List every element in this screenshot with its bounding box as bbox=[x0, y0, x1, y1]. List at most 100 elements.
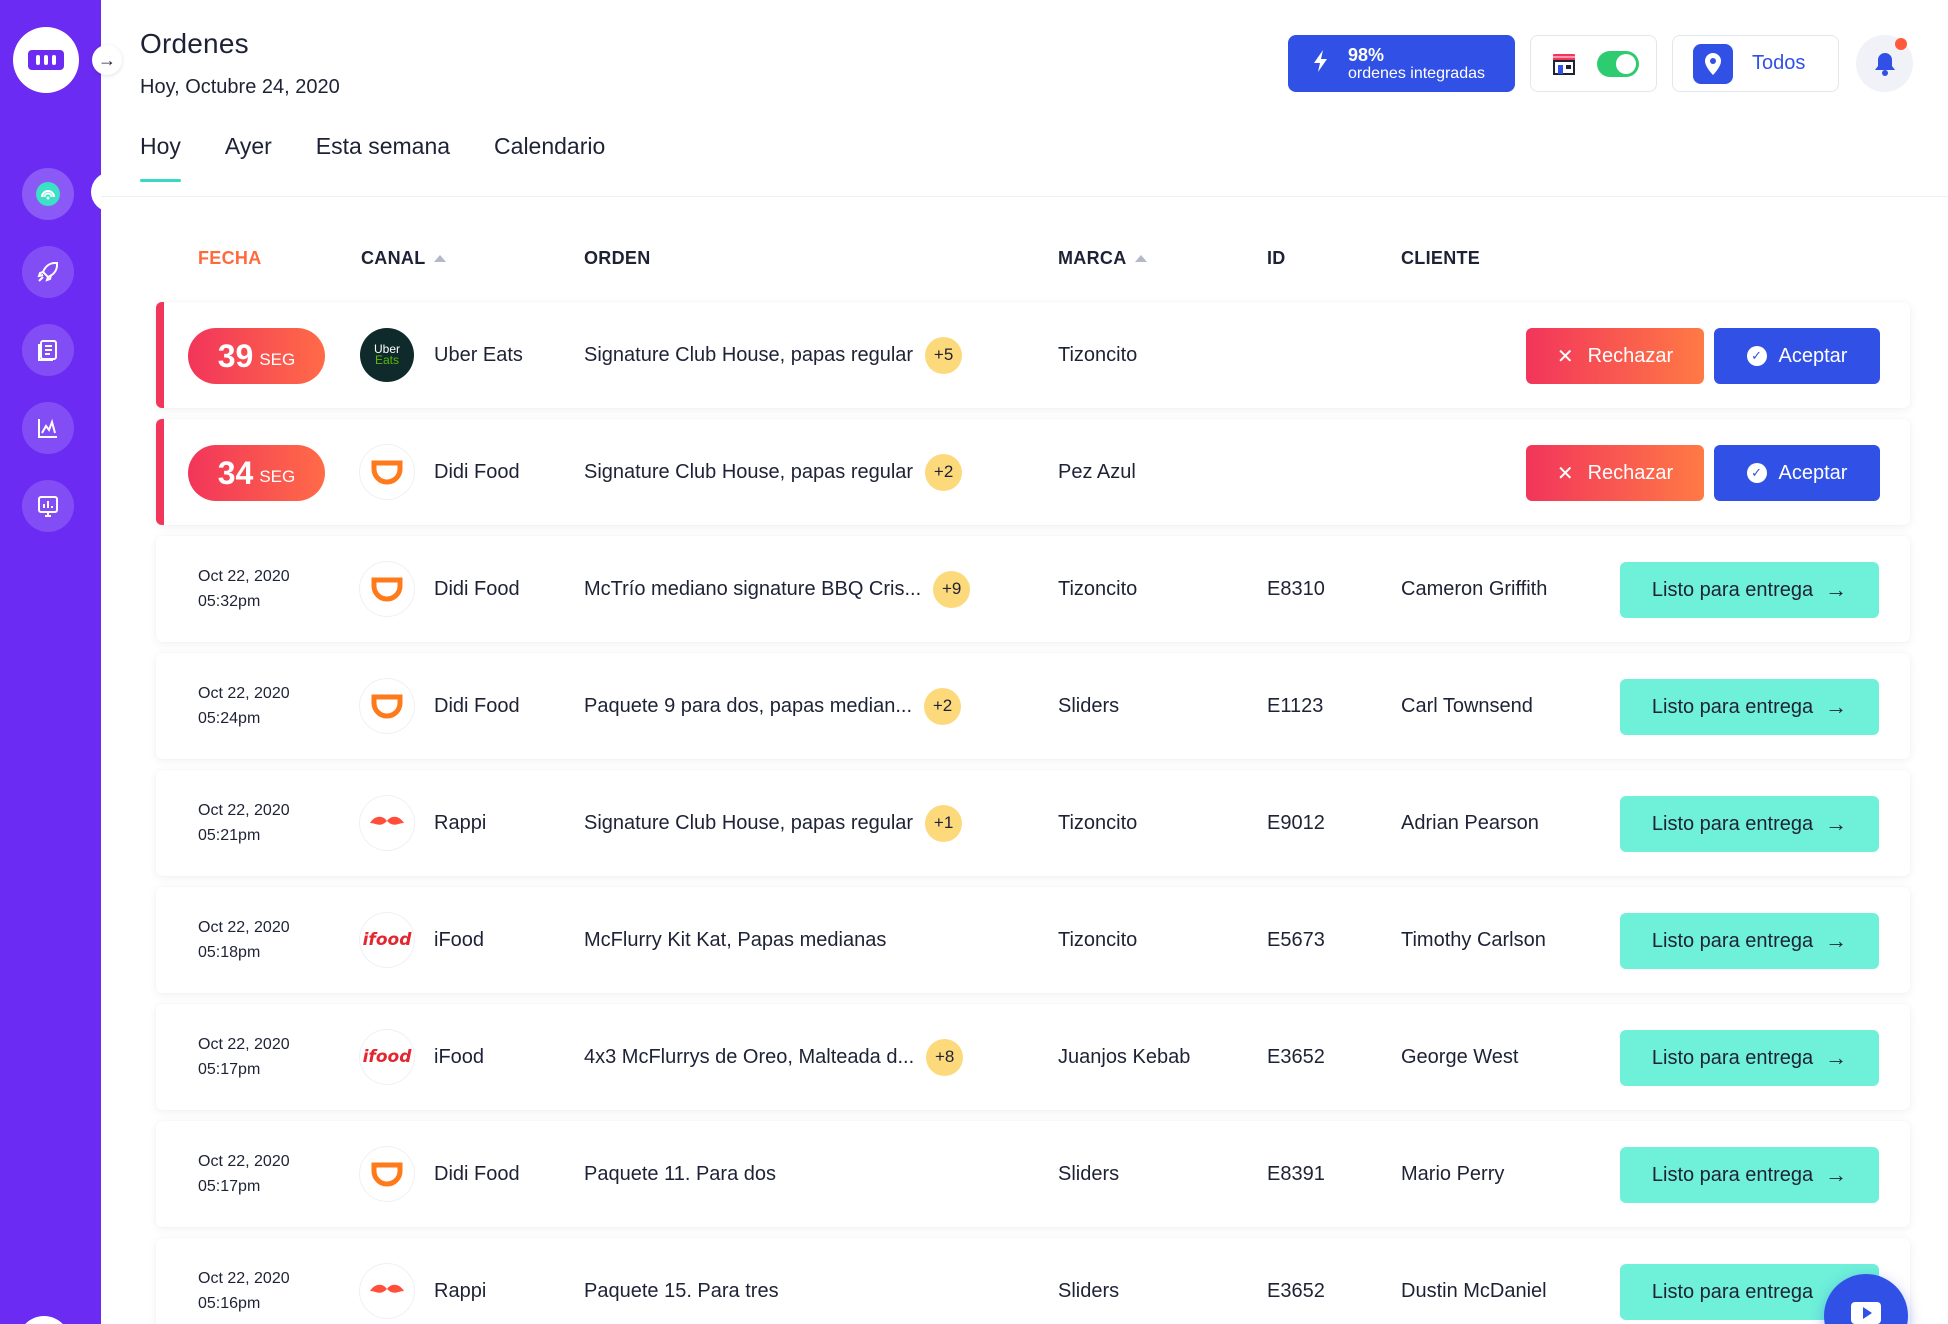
ifood-logo-icon: ifood bbox=[360, 913, 414, 967]
channel-name: iFood bbox=[434, 1045, 485, 1068]
check-circle-icon: ✓ bbox=[1746, 346, 1767, 366]
accept-button[interactable]: ✓ Aceptar bbox=[1714, 328, 1880, 384]
user-avatar[interactable] bbox=[18, 1316, 70, 1324]
ready-for-delivery-button[interactable]: Listo para entrega→ bbox=[1620, 1147, 1879, 1203]
column-header-fecha[interactable]: FECHA bbox=[198, 248, 262, 269]
nav-launch[interactable] bbox=[22, 246, 74, 298]
extra-items-badge[interactable]: +1 bbox=[925, 804, 963, 842]
order-time: 05:17pm bbox=[198, 1061, 261, 1078]
order-row[interactable]: Oct 22, 2020 05:18pm ifood iFood McFlurry… bbox=[156, 887, 1910, 993]
brand-cell: Tizoncito bbox=[1058, 928, 1138, 951]
column-header-marca[interactable]: MARCA bbox=[1058, 248, 1147, 269]
nav-menu[interactable] bbox=[22, 324, 74, 376]
order-date: Oct 22, 2020 bbox=[198, 685, 290, 702]
order-cell: Signature Club House, papas regular +2 bbox=[584, 419, 963, 525]
channel-name: Rappi bbox=[434, 811, 487, 834]
date-cell: Oct 22, 2020 05:17pm bbox=[198, 1121, 290, 1227]
arrow-right-icon: → bbox=[1825, 1045, 1848, 1070]
channel-cell: Didi Food bbox=[360, 536, 520, 642]
didi-food-logo-icon bbox=[360, 562, 414, 616]
sort-icon bbox=[433, 255, 446, 262]
order-cell: Paquete 9 para dos, papas median... +2 bbox=[584, 653, 962, 759]
pending-order-row[interactable]: 34 SEG Didi Food Signature Club House, pa… bbox=[156, 419, 1910, 525]
order-row[interactable]: Oct 22, 2020 05:17pm ifood iFood 4x3 McFl… bbox=[156, 1004, 1910, 1110]
app-logo[interactable] bbox=[13, 27, 79, 93]
order-row[interactable]: Oct 22, 2020 05:21pm Rappi Signature Clu… bbox=[156, 770, 1910, 876]
location-filter-button[interactable]: Todos bbox=[1672, 35, 1839, 92]
brand-cell: Pez Azul bbox=[1058, 460, 1136, 483]
order-description: Signature Club House, papas regular bbox=[584, 811, 914, 834]
column-header-label: FECHA bbox=[198, 248, 262, 268]
extra-items-badge[interactable]: +9 bbox=[933, 570, 971, 608]
order-date: Oct 22, 2020 bbox=[198, 919, 290, 936]
bell-icon bbox=[1874, 52, 1895, 76]
analytics-icon bbox=[38, 418, 57, 438]
rappi-logo-icon bbox=[360, 796, 414, 850]
order-time: 05:17pm bbox=[198, 1178, 261, 1195]
extra-items-badge[interactable]: +2 bbox=[924, 687, 962, 725]
reject-button[interactable]: ✕ Rechazar bbox=[1526, 328, 1704, 384]
store-status-control[interactable] bbox=[1530, 35, 1657, 92]
page-date: Hoy, Octubre 24, 2020 bbox=[140, 76, 340, 98]
channel-name: Didi Food bbox=[434, 577, 520, 600]
reject-button[interactable]: ✕ Rechazar bbox=[1526, 445, 1704, 501]
tab-today[interactable]: Hoy bbox=[140, 133, 181, 182]
tabs-divider bbox=[101, 196, 1948, 197]
order-id-cell: E9012 bbox=[1267, 811, 1325, 834]
nav-reports[interactable] bbox=[22, 480, 74, 532]
nav-analytics[interactable] bbox=[22, 402, 74, 454]
menu-book-icon bbox=[38, 340, 57, 361]
brand-cell: Sliders bbox=[1058, 1279, 1120, 1302]
date-cell: Oct 22, 2020 05:16pm bbox=[198, 1238, 290, 1324]
ready-for-delivery-button[interactable]: Listo para entrega→ bbox=[1620, 679, 1879, 735]
countdown-timer: 34 SEG bbox=[188, 445, 325, 501]
nav-live-orders[interactable] bbox=[22, 168, 74, 220]
customer-cell: Timothy Carlson bbox=[1401, 928, 1546, 951]
order-date: Oct 22, 2020 bbox=[198, 1153, 290, 1170]
accept-button[interactable]: ✓ Aceptar bbox=[1714, 445, 1880, 501]
customer-cell: Mario Perry bbox=[1401, 1162, 1505, 1185]
ready-for-delivery-button[interactable]: Listo para entrega→ bbox=[1620, 1030, 1879, 1086]
order-row[interactable]: Oct 22, 2020 05:17pm Didi Food Paquete 1… bbox=[156, 1121, 1910, 1227]
channel-name: Rappi bbox=[434, 1279, 487, 1302]
brand-cell: Tizoncito bbox=[1058, 811, 1138, 834]
countdown-timer: 39 SEG bbox=[188, 328, 325, 384]
play-video-icon bbox=[1851, 1302, 1881, 1324]
order-row[interactable]: Oct 22, 2020 05:32pm Didi Food McTrío me… bbox=[156, 536, 1910, 642]
arrow-right-icon: → bbox=[1825, 577, 1848, 602]
channel-name: Didi Food bbox=[434, 1162, 520, 1185]
order-time: 05:24pm bbox=[198, 710, 261, 727]
order-description: McTrío mediano signature BBQ Cris... bbox=[584, 577, 922, 600]
reports-icon bbox=[38, 496, 58, 517]
tab-yesterday[interactable]: Ayer bbox=[225, 133, 272, 182]
didi-food-logo-icon bbox=[360, 445, 414, 499]
extra-items-badge[interactable]: +2 bbox=[925, 453, 963, 491]
pending-order-row[interactable]: 39 SEG Uber Eats Uber Eats Signature Club H… bbox=[156, 302, 1910, 408]
brand-cell: Tizoncito bbox=[1058, 343, 1138, 366]
column-header-orden: ORDEN bbox=[584, 248, 651, 269]
integration-status-button[interactable]: 98% ordenes integradas bbox=[1288, 35, 1515, 92]
order-description: McFlurry Kit Kat, Papas medianas bbox=[584, 928, 887, 951]
store-open-toggle[interactable] bbox=[1597, 50, 1639, 77]
order-id-cell: E5673 bbox=[1267, 928, 1325, 951]
extra-items-badge[interactable]: +5 bbox=[925, 336, 963, 374]
column-header-canal[interactable]: CANAL bbox=[361, 248, 446, 269]
arrow-right-icon: → bbox=[1825, 928, 1848, 953]
order-row[interactable]: Oct 22, 2020 05:24pm Didi Food Paquete 9… bbox=[156, 653, 1910, 759]
tab-this-week[interactable]: Esta semana bbox=[316, 133, 450, 182]
tab-calendar[interactable]: Calendario bbox=[494, 133, 605, 182]
extra-items-badge[interactable]: +8 bbox=[926, 1038, 964, 1076]
order-id-cell: E3652 bbox=[1267, 1279, 1325, 1302]
sort-icon bbox=[1134, 255, 1147, 262]
arrow-right-icon: → bbox=[98, 49, 116, 70]
page-title: Ordenes bbox=[140, 28, 249, 59]
date-cell: Oct 22, 2020 05:24pm bbox=[198, 653, 290, 759]
order-row[interactable]: Oct 22, 2020 05:16pm Rappi Paquete 15. P… bbox=[156, 1238, 1910, 1324]
customer-cell: George West bbox=[1401, 1045, 1519, 1068]
ready-for-delivery-button[interactable]: Listo para entrega→ bbox=[1620, 796, 1879, 852]
uber-eats-logo-icon: Uber Eats bbox=[360, 328, 414, 382]
ready-for-delivery-button[interactable]: Listo para entrega→ bbox=[1620, 562, 1879, 618]
ready-for-delivery-button[interactable]: Listo para entrega→ bbox=[1620, 913, 1879, 969]
collapse-sidebar-button[interactable]: → bbox=[92, 45, 122, 75]
notifications-button[interactable] bbox=[1856, 35, 1913, 92]
